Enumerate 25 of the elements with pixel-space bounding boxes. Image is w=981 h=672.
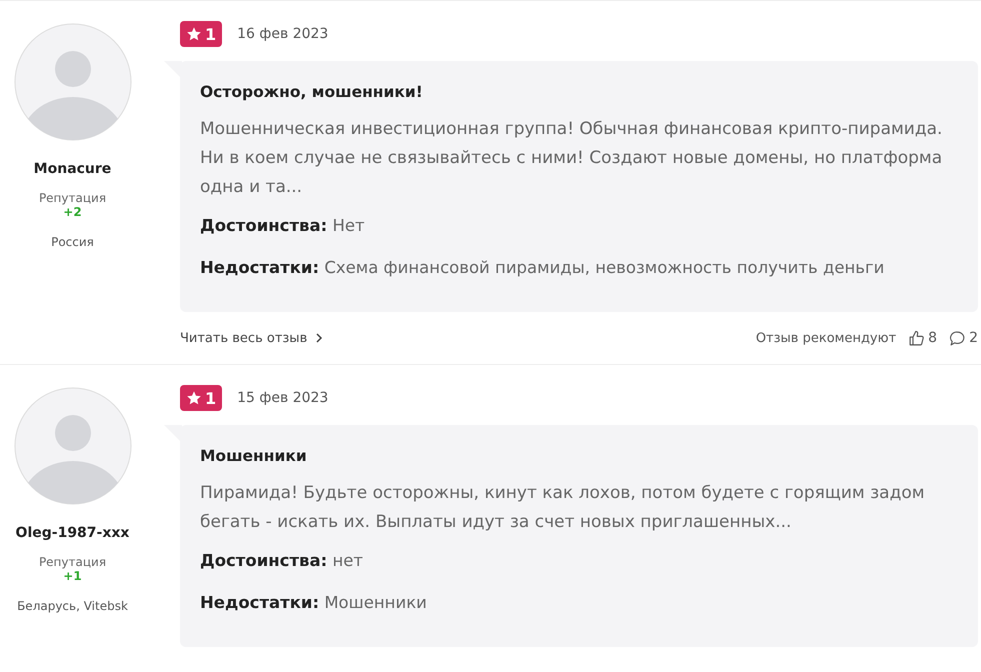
user-location: Беларусь, Vitebsk xyxy=(17,599,128,613)
user-location: Россия xyxy=(51,235,94,249)
reputation-value: +1 xyxy=(63,569,82,583)
rating-badge: 1 xyxy=(180,21,222,47)
chevron-right-icon xyxy=(315,333,324,343)
review-date: 15 фев 2023 xyxy=(237,390,328,406)
user-name[interactable]: Monacure xyxy=(34,161,112,177)
review-title: Мошенники xyxy=(200,447,308,465)
read-more-link[interactable]: Читать весь отзыв xyxy=(180,330,324,346)
review-date: 16 фев 2023 xyxy=(237,26,328,42)
like-button[interactable]: 8 xyxy=(908,330,938,346)
comments-button[interactable]: 2 xyxy=(949,330,978,346)
user-name[interactable]: Oleg-1987-xxx xyxy=(16,525,130,541)
review-text: Мошенническая инвестиционная группа! Обычная финансовая крипто-пирамида. Ни в коем случае не связывайтесь с ними! Создают новые домены, но платформа одна и та... xyxy=(200,118,944,199)
pros-text: Достоинства: нет xyxy=(200,550,364,572)
reputation-label: Репутация xyxy=(38,191,106,205)
recommend-label: Отзыв рекомендуют xyxy=(756,330,896,346)
rating-badge: 1 xyxy=(180,385,222,411)
review-title: Осторожно, мошенники! xyxy=(200,83,424,101)
review-text: Пирамида! Будьте осторожны, кинут как лохов, потом будете с горящим задом бегать - искать их. Выплаты идут за счет новых приглашенных... xyxy=(200,482,926,534)
cons-text: Недостатки: Мошенники xyxy=(200,592,428,614)
cons-text: Недостатки: Схема финансовой пирамиды, невозможность получить деньги xyxy=(200,257,886,279)
pros-text: Достоинства: Нет xyxy=(200,215,366,237)
reputation-value: +2 xyxy=(63,205,82,219)
reputation-label: Репутация xyxy=(38,555,106,569)
